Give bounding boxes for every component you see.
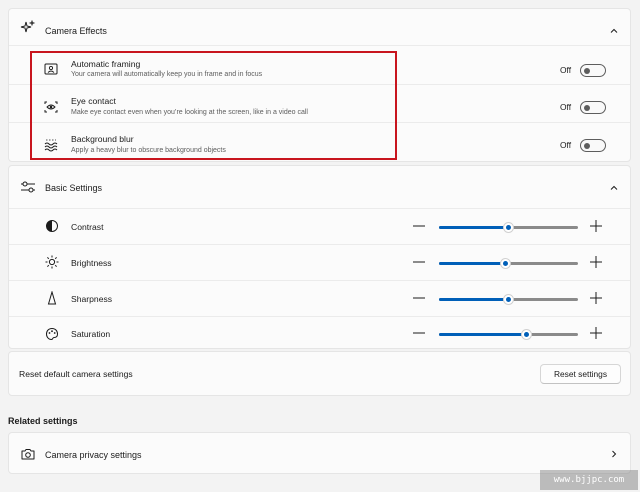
reset-card: Reset default camera settings Reset sett… <box>8 351 631 396</box>
increase-saturation-icon[interactable] <box>588 325 604 341</box>
brightness-slider[interactable] <box>439 258 578 269</box>
saturation-icon <box>45 327 59 341</box>
contrast-slider[interactable] <box>439 222 578 233</box>
saturation-slider[interactable] <box>439 329 578 340</box>
sharpness-row: Sharpness <box>9 281 630 316</box>
decrease-contrast-icon[interactable] <box>411 218 427 234</box>
slider-fill <box>439 262 506 265</box>
sharpness-icon <box>47 291 57 305</box>
decrease-saturation-icon[interactable] <box>411 325 427 341</box>
toggle-knob <box>584 104 590 111</box>
basic-settings-title: Basic Settings <box>45 183 103 193</box>
eye-contact-state: Off <box>560 102 572 112</box>
slider-fill <box>439 333 527 336</box>
camera-icon <box>21 449 35 460</box>
sharpness-slider[interactable] <box>439 294 578 305</box>
camera-privacy-settings-label: Camera privacy settings <box>45 450 142 460</box>
slider-thumb[interactable] <box>503 222 514 233</box>
increase-sharpness-icon[interactable] <box>588 290 604 306</box>
chevron-up-icon[interactable] <box>608 182 620 194</box>
slider-thumb[interactable] <box>521 329 533 340</box>
contrast-icon <box>46 220 58 232</box>
chevron-right-icon <box>612 450 617 458</box>
highlight-box <box>30 51 397 160</box>
related-settings-heading: Related settings <box>8 416 78 426</box>
watermark: www.bjjpc.com <box>540 470 638 490</box>
sliders-icon <box>21 181 35 193</box>
toggle-knob <box>584 142 590 149</box>
background-blur-toggle[interactable] <box>580 139 606 152</box>
contrast-label: Contrast <box>71 222 104 232</box>
toggle-knob <box>584 67 590 74</box>
brightness-row: Brightness <box>9 245 630 280</box>
camera-effects-header[interactable]: Camera Effects <box>9 9 630 45</box>
decrease-brightness-icon[interactable] <box>411 254 427 270</box>
slider-thumb[interactable] <box>503 294 514 305</box>
eye-contact-toggle[interactable] <box>580 101 606 114</box>
reset-label: Reset default camera settings <box>19 369 133 379</box>
camera-effects-title: Camera Effects <box>45 26 107 36</box>
basic-settings-header[interactable]: Basic Settings <box>9 166 630 208</box>
background-blur-state: Off <box>560 140 572 150</box>
reset-settings-button[interactable]: Reset settings <box>540 364 621 384</box>
chevron-up-icon[interactable] <box>608 25 620 37</box>
saturation-row: Saturation <box>9 317 630 349</box>
contrast-row: Contrast <box>9 209 630 244</box>
slider-thumb[interactable] <box>500 258 512 269</box>
slider-fill <box>439 298 509 301</box>
automatic-framing-toggle[interactable] <box>580 64 606 77</box>
saturation-label: Saturation <box>71 329 111 339</box>
decrease-sharpness-icon[interactable] <box>411 290 427 306</box>
slider-fill <box>439 226 509 229</box>
camera-privacy-settings-link[interactable]: Camera privacy settings <box>8 432 631 474</box>
increase-brightness-icon[interactable] <box>588 254 604 270</box>
sharpness-label: Sharpness <box>71 294 113 304</box>
sparkle-icon <box>20 20 36 33</box>
brightness-label: Brightness <box>71 258 112 268</box>
automatic-framing-state: Off <box>560 65 572 75</box>
brightness-icon <box>45 255 59 269</box>
basic-settings-card: Basic Settings Contrast Brightness Sharp… <box>8 165 631 349</box>
increase-contrast-icon[interactable] <box>588 218 604 234</box>
